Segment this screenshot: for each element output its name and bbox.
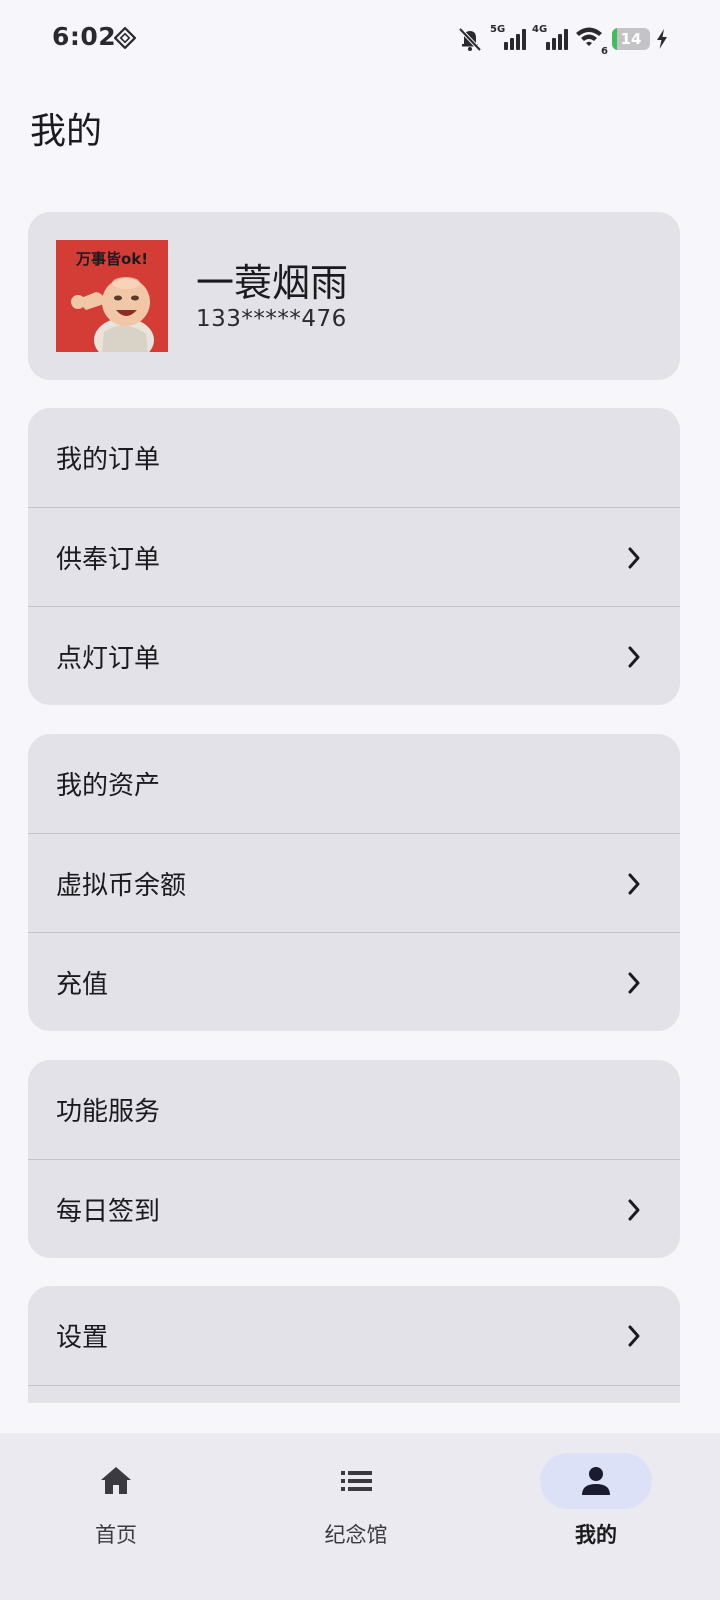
chevron-right-icon	[628, 873, 640, 895]
list-item-label: 设置	[56, 1323, 109, 1353]
status-time: 6:02	[52, 22, 117, 51]
charging-icon	[657, 29, 667, 49]
signal-4g-icon: 4G	[532, 24, 568, 50]
status-icons: 5G 4G 6 14	[456, 24, 668, 57]
list-item-label: 点灯订单	[56, 643, 161, 674]
profile-card[interactable]: 万事皆ok! 一蓑烟雨 133*****476	[28, 212, 680, 380]
nav-label: 纪念馆	[324, 1523, 388, 1547]
daily-checkin-item[interactable]: 每日签到	[28, 1159, 680, 1258]
wifi-icon: 6	[574, 25, 608, 57]
services-section: 功能服务 每日签到	[28, 1060, 680, 1258]
chevron-right-icon	[628, 547, 640, 569]
status-bar: 6:02 5G 4G 6 14	[0, 0, 720, 76]
chevron-right-icon	[628, 972, 640, 994]
nav-home[interactable]: 首页	[36, 1453, 196, 1573]
nav-memorial[interactable]: 纪念馆	[276, 1453, 436, 1573]
coin-balance-item[interactable]: 虚拟币余额	[28, 833, 680, 932]
section-header-label: 我的订单	[56, 445, 161, 475]
nav-label: 我的	[575, 1523, 617, 1547]
orders-header: 我的订单	[28, 408, 680, 507]
list-icon	[341, 1471, 372, 1491]
list-item-label: 每日签到	[56, 1196, 161, 1227]
bottom-navigation: 首页 纪念馆 我的	[0, 1433, 720, 1600]
user-name: 一蓑烟雨	[196, 261, 349, 305]
battery-icon: 14	[612, 28, 650, 50]
avatar[interactable]: 万事皆ok!	[56, 240, 168, 352]
signal-5g-icon: 5G	[490, 24, 526, 50]
recharge-item[interactable]: 充值	[28, 932, 680, 1031]
nav-mine[interactable]: 我的	[516, 1453, 676, 1573]
chevron-right-icon	[628, 1325, 640, 1347]
avatar-image	[71, 277, 154, 352]
list-item-label: 供奉订单	[56, 544, 161, 575]
list-item-label: 充值	[56, 969, 109, 1000]
section-header-label: 我的资产	[56, 771, 161, 801]
offering-orders-item[interactable]: 供奉订单	[28, 507, 680, 606]
home-icon	[101, 1467, 131, 1494]
settings-item[interactable]: 设置	[28, 1286, 680, 1385]
assets-header: 我的资产	[28, 734, 680, 833]
person-icon	[582, 1467, 610, 1495]
page-title: 我的	[30, 111, 103, 152]
assets-section: 我的资产 虚拟币余额 充值	[28, 734, 680, 1031]
list-item[interactable]	[28, 1385, 680, 1403]
section-header-label: 功能服务	[56, 1097, 161, 1127]
sim-icon	[114, 27, 136, 49]
chevron-right-icon	[628, 646, 640, 668]
nav-label: 首页	[95, 1523, 137, 1547]
list-item-label: 虚拟币余额	[56, 870, 187, 901]
lamp-orders-item[interactable]: 点灯订单	[28, 606, 680, 705]
services-header: 功能服务	[28, 1060, 680, 1159]
chevron-right-icon	[628, 1199, 640, 1221]
orders-section: 我的订单 供奉订单 点灯订单	[28, 408, 680, 705]
mute-icon	[458, 27, 482, 52]
user-phone: 133*****476	[196, 306, 347, 332]
settings-section: 设置	[28, 1286, 680, 1403]
